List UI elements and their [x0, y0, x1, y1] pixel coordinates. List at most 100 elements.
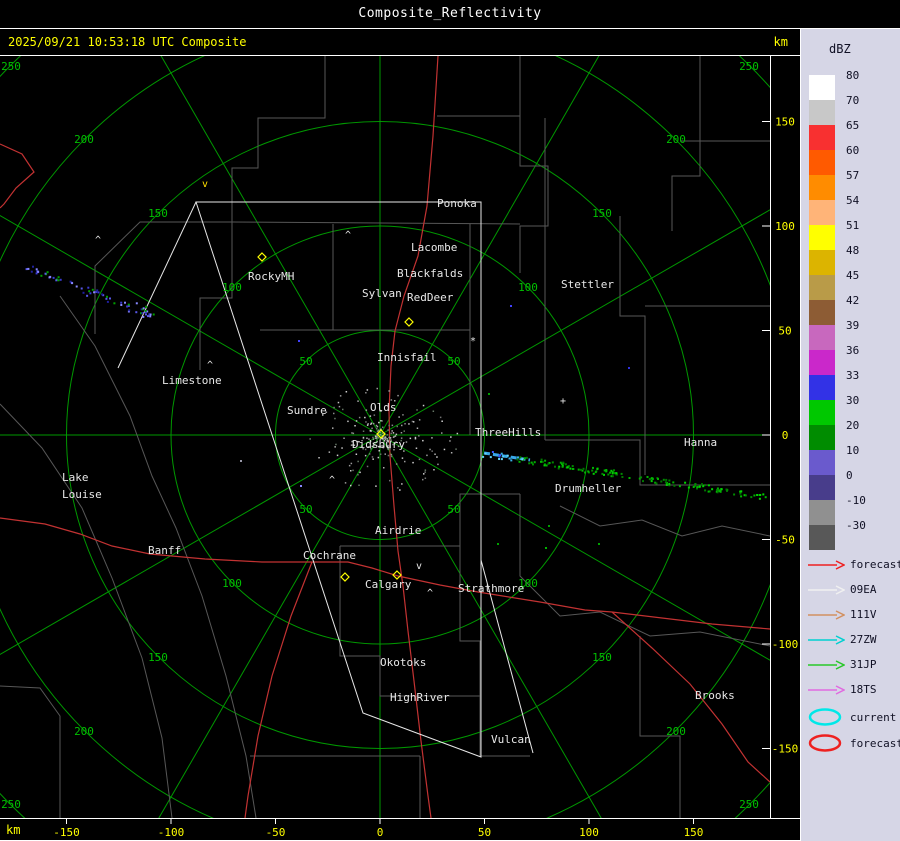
radar-echoes — [25, 265, 767, 549]
range-label: 250 — [739, 60, 759, 73]
city-label: Lake — [62, 471, 89, 484]
city-label: Lacombe — [411, 241, 457, 254]
city-label: Okotoks — [380, 656, 426, 669]
range-label: 250 — [1, 60, 21, 73]
colorbar-value: 36 — [846, 344, 860, 357]
city-label: Calgary — [365, 578, 412, 591]
colorbar-swatch — [809, 375, 835, 400]
colorbar-value: 65 — [846, 119, 860, 132]
colorbar-swatch — [809, 175, 835, 200]
colorbar-value: 54 — [846, 194, 860, 207]
legend-marker: forecast — [807, 730, 900, 756]
y-axis-tick-label: -100 — [772, 638, 799, 651]
colorbar-swatch — [809, 75, 835, 100]
colorbar-value: 42 — [846, 294, 860, 307]
city-label: Louise — [62, 488, 102, 501]
city-label: RockyMH — [248, 270, 294, 283]
range-label: 100 — [222, 281, 242, 294]
timestamp: 2025/09/21 10:53:18 UTC Composite — [8, 35, 247, 49]
map-symbol: ^ — [95, 235, 101, 246]
y-axis-tick-label: 100 — [775, 220, 795, 233]
legend-track-label: 111V — [850, 608, 877, 621]
city-label: Sundre — [287, 404, 327, 417]
colorbar-value: 45 — [846, 269, 860, 282]
x-axis-tick-label: -150 — [53, 826, 80, 839]
window-title: Composite_Reflectivity — [358, 6, 542, 21]
y-axis-tick-label: 150 — [775, 116, 795, 129]
legend-track-label: 27ZW — [850, 633, 877, 646]
legend-track: 31JP — [807, 652, 900, 677]
legend-track: forecast — [807, 552, 900, 577]
range-label: 200 — [74, 133, 94, 146]
y-axis-tick-label: -150 — [772, 743, 799, 756]
map-symbol: ^ — [427, 588, 433, 599]
terrain-symbols: ^ ^ v ^ ^ v ^ * + — [95, 179, 566, 599]
city-label: Innisfail — [377, 351, 437, 364]
radar-map[interactable]: 50 100 150 200 250 50 100 150 200 250 50 100 150 200 2… — [0, 56, 801, 818]
track-arrow-icon — [808, 559, 845, 570]
map-area[interactable]: 50 100 150 200 250 50 100 150 200 250 50 100 150 200 2… — [0, 56, 801, 818]
storm-ellipse-icon — [808, 734, 842, 752]
title-bar: Composite_Reflectivity — [0, 0, 900, 29]
city-label: Limestone — [162, 374, 222, 387]
colorbar-swatch — [809, 300, 835, 325]
city-label: Banff — [148, 544, 181, 557]
range-label: 50 — [299, 503, 312, 516]
colorbar-swatch — [809, 250, 835, 275]
colorbar-value: 80 — [846, 69, 860, 82]
track-arrow-icon — [808, 634, 845, 645]
colorbar-value: 70 — [846, 94, 860, 107]
colorbar-value: -30 — [846, 519, 866, 532]
range-label: 100 — [518, 281, 538, 294]
colorbar-value: 33 — [846, 369, 860, 382]
storm-ellipse-icon — [808, 708, 842, 726]
x-axis-scale: -150 -100 -50 0 50 100 150 — [53, 819, 703, 839]
y-axis: 150 100 50 0 -50 -100 -150 — [762, 56, 798, 818]
map-symbol: v — [416, 561, 422, 572]
city-label: Sylvan — [362, 287, 402, 300]
x-axis-tick-label: 0 — [377, 826, 384, 839]
range-label: 200 — [666, 725, 686, 738]
range-label: 250 — [739, 798, 759, 811]
range-label: 250 — [1, 798, 21, 811]
map-symbol: ^ — [345, 230, 351, 241]
colorbar-swatch — [809, 200, 835, 225]
range-label: 200 — [666, 133, 686, 146]
legend-marker: current — [807, 704, 900, 730]
city-label: Brooks — [695, 689, 735, 702]
colorbar-swatch — [809, 125, 835, 150]
city-label: Olds — [370, 401, 397, 414]
colorbar-value: -10 — [846, 494, 866, 507]
legend-sidebar: dBZ 80 70 65 60 57 54 51 48 45 42 39 36 33 30 20 10 0 -10… — [800, 29, 900, 841]
city-label: Hanna — [684, 436, 717, 449]
track-arrow-icon — [808, 584, 845, 595]
map-symbol: v — [202, 179, 208, 190]
legend-track-label: 18TS — [850, 683, 877, 696]
city-label: ThreeHills — [475, 426, 541, 439]
radar-app-window: Composite_Reflectivity 2025/09/21 10:53:… — [0, 0, 900, 841]
map-symbol: ^ — [329, 475, 335, 486]
city-label: Didsbury — [352, 438, 405, 451]
city-label: HighRiver — [390, 691, 450, 704]
legend-markers: current forecast — [807, 704, 900, 756]
city-label: RedDeer — [407, 291, 454, 304]
map-symbol: * — [470, 336, 476, 347]
legend-track: 18TS — [807, 677, 900, 702]
colorbar-swatch — [809, 425, 835, 450]
colorbar-value: 60 — [846, 144, 860, 157]
colorbar-swatch — [809, 400, 835, 425]
colorbar-scale: 80 70 65 60 57 54 51 48 45 42 39 36 33 30 20 10 0 -10 -30 — [809, 69, 899, 550]
colorbar-swatch — [809, 350, 835, 375]
range-label: 50 — [447, 355, 460, 368]
x-axis-bar: km -150 -100 -50 0 50 100 150 — [0, 818, 800, 841]
colorbar-swatch — [809, 325, 835, 350]
x-axis-tick-label: -100 — [158, 826, 185, 839]
colorbar-value: 48 — [846, 244, 860, 257]
colorbar-entry: 10 — [809, 444, 899, 475]
city-label: Vulcan — [491, 733, 531, 746]
colorbar-swatch — [809, 100, 835, 125]
legend-track: 111V — [807, 602, 900, 627]
map-symbol: ^ — [207, 360, 213, 371]
city-label: Drumheller — [555, 482, 622, 495]
range-label: 150 — [148, 207, 168, 220]
